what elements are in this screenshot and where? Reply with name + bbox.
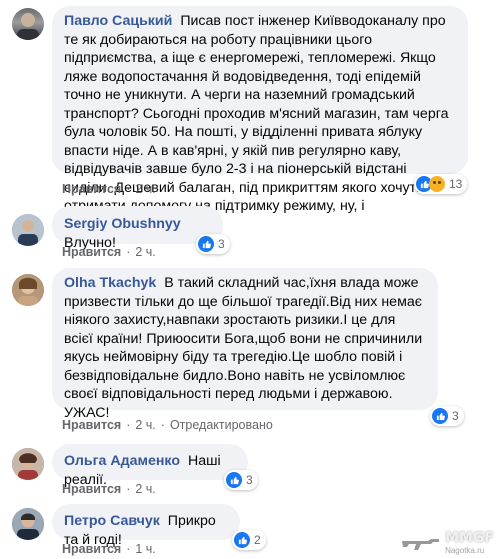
- like-icon: [432, 408, 448, 424]
- reaction-count: 3: [246, 473, 253, 487]
- avatar-photo-icon: [12, 274, 44, 306]
- separator: ·: [126, 245, 131, 259]
- comment-actions: Нравится · 1 ч.: [62, 542, 156, 556]
- timestamp[interactable]: 2 ч.: [135, 182, 155, 196]
- comment-text: В такий складний час,їхня влада може при…: [64, 275, 423, 421]
- comment-actions: Нравится · 2 ч.: [62, 482, 156, 496]
- like-button[interactable]: Нравится: [62, 182, 121, 196]
- separator: ·: [160, 418, 165, 432]
- edited-label[interactable]: Отредактировано: [170, 418, 273, 432]
- comment-actions: Нравится · 2 ч. · Отредактировано: [62, 418, 273, 432]
- comment-text: Писав пост інженер Київводоканалу про те…: [64, 13, 449, 233]
- avatar-photo-icon: [12, 448, 44, 480]
- watermark-text: MMGF: [445, 530, 494, 546]
- like-button[interactable]: Нравится: [62, 418, 121, 432]
- avatar[interactable]: [12, 274, 44, 306]
- comment-author[interactable]: Петро Савчук: [64, 513, 160, 529]
- comment-author[interactable]: Павло Сацький: [64, 13, 172, 29]
- reaction-summary[interactable]: 3: [196, 234, 230, 254]
- like-icon: [198, 236, 214, 252]
- reaction-summary[interactable]: 3: [430, 406, 464, 426]
- timestamp[interactable]: 2 ч.: [135, 245, 155, 259]
- timestamp[interactable]: 2 ч.: [135, 418, 155, 432]
- separator: ·: [126, 482, 131, 496]
- reaction-count: 3: [218, 237, 225, 251]
- reaction-summary[interactable]: 3: [224, 470, 258, 490]
- avatar[interactable]: [12, 508, 44, 540]
- like-button[interactable]: Нравится: [62, 245, 121, 259]
- like-icon: [226, 472, 242, 488]
- avatar[interactable]: [12, 448, 44, 480]
- comment-bubble: Ольга Адаменко Наші реалії.: [52, 444, 248, 488]
- reaction-summary[interactable]: 13: [414, 174, 468, 194]
- comment-author[interactable]: Sergiy Obushnyy: [64, 216, 181, 232]
- avatar-photo-icon: [17, 13, 39, 40]
- avatar-photo-icon: [12, 214, 44, 246]
- avatar[interactable]: [12, 214, 44, 246]
- separator: ·: [126, 542, 131, 556]
- comment-bubble: Павло Сацький Писав пост інженер Київвод…: [52, 6, 468, 233]
- reaction-count: 2: [254, 533, 261, 547]
- comment-author[interactable]: Ольга Адаменко: [64, 453, 180, 469]
- like-button[interactable]: Нравится: [62, 542, 121, 556]
- comment-author[interactable]: Olha Tkachyk: [64, 275, 156, 291]
- comment-actions: Нравится · 2 ч.: [62, 245, 156, 259]
- reaction-summary[interactable]: 2: [232, 530, 266, 550]
- rifle-icon: [402, 538, 440, 550]
- watermark: MMGF Nagotka.ru: [401, 530, 494, 555]
- timestamp[interactable]: 1 ч.: [135, 542, 155, 556]
- avatar[interactable]: [12, 8, 44, 40]
- timestamp[interactable]: 2 ч.: [135, 482, 155, 496]
- sad-icon: [429, 176, 445, 192]
- separator: ·: [126, 418, 131, 432]
- comment-bubble: Olha Tkachyk В такий складний час,їхня в…: [52, 268, 438, 421]
- reaction-count: 13: [449, 177, 463, 191]
- comment-bubble: Петро Савчук Прикро та й годі!: [52, 504, 240, 548]
- avatar-photo-icon: [12, 508, 44, 540]
- like-button[interactable]: Нравится: [62, 482, 121, 496]
- watermark-subtext: Nagotka.ru: [445, 546, 485, 555]
- reaction-count: 3: [452, 409, 459, 423]
- separator: ·: [126, 182, 131, 196]
- comment-actions: Нравится · 2 ч.: [62, 182, 156, 196]
- like-icon: [234, 532, 250, 548]
